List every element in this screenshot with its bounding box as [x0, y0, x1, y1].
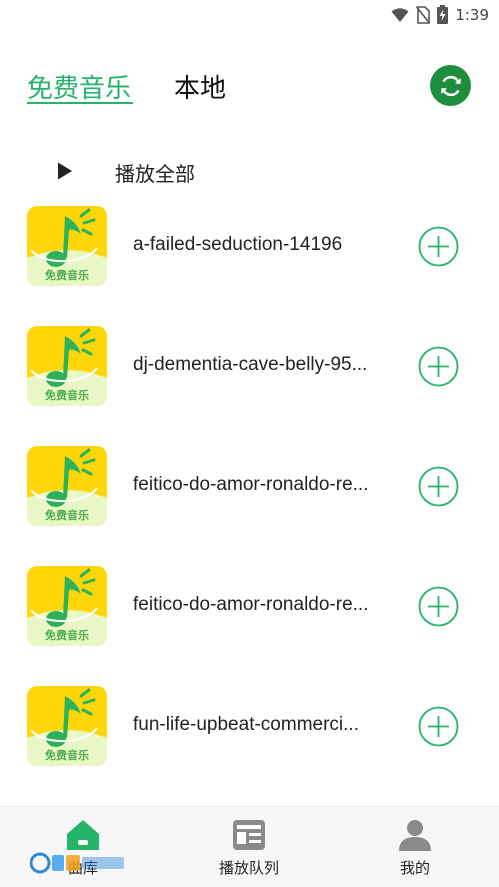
- refresh-button[interactable]: [430, 65, 471, 106]
- no-sim-icon: [416, 5, 431, 24]
- song-title: feitico-do-amor-ronaldo-re...: [133, 594, 369, 615]
- tab-local[interactable]: 本地: [174, 68, 226, 105]
- song-cover: 免费音乐: [27, 446, 107, 526]
- nav-item-profile[interactable]: 我的: [332, 807, 498, 887]
- song-title: dj-dementia-cave-belly-95...: [133, 354, 368, 375]
- play-all-label: 播放全部: [115, 162, 195, 186]
- queue-icon: [233, 820, 265, 850]
- song-title: fun-life-upbeat-commerci...: [133, 714, 359, 735]
- song-cover: 免费音乐: [27, 566, 107, 646]
- profile-icon: [399, 820, 431, 851]
- song-cover: 免费音乐: [27, 206, 107, 286]
- top-tabs: 免费音乐 本地: [0, 60, 499, 115]
- cover-label: 免费音乐: [45, 509, 89, 522]
- add-circle-icon[interactable]: [418, 466, 459, 507]
- list-item[interactable]: 免费音乐 feitico-do-amor-ronaldo-re...: [0, 446, 499, 528]
- nav-label-queue: 播放队列: [218, 859, 279, 877]
- watermark-logo: [30, 852, 124, 874]
- add-circle-icon[interactable]: [418, 706, 459, 747]
- play-icon: [58, 162, 72, 180]
- cover-label: 免费音乐: [45, 749, 89, 762]
- song-title: a-failed-seduction-14196: [133, 234, 343, 255]
- list-item[interactable]: 免费音乐 dj-dementia-cave-belly-95...: [0, 326, 499, 408]
- refresh-icon: [440, 75, 461, 96]
- list-item[interactable]: 免费音乐 feitico-do-amor-ronaldo-re...: [0, 566, 499, 648]
- wifi-icon: [391, 7, 409, 22]
- song-cover: 免费音乐: [27, 686, 107, 766]
- tab-free-music[interactable]: 免费音乐: [27, 68, 131, 105]
- home-icon: [67, 820, 99, 850]
- add-circle-icon[interactable]: [418, 346, 459, 387]
- song-cover: 免费音乐: [27, 326, 107, 406]
- cover-label: 免费音乐: [45, 389, 89, 402]
- status-time: 1:39: [455, 5, 489, 24]
- list-item[interactable]: 免费音乐 a-failed-seduction-14196: [0, 206, 499, 288]
- play-all-row[interactable]: 播放全部: [0, 152, 499, 192]
- status-icons: 1:39: [391, 5, 489, 24]
- cover-label: 免费音乐: [45, 629, 89, 642]
- add-circle-icon[interactable]: [418, 226, 459, 267]
- cover-label: 免费音乐: [45, 269, 89, 282]
- status-bar: 1:39: [0, 0, 499, 30]
- active-tab-underline: [27, 102, 133, 104]
- battery-charging-icon: [437, 5, 449, 24]
- nav-item-queue[interactable]: 播放队列: [166, 807, 332, 887]
- song-title: feitico-do-amor-ronaldo-re...: [133, 474, 369, 495]
- list-item[interactable]: 免费音乐 fun-life-upbeat-commerci...: [0, 686, 499, 768]
- nav-label-profile: 我的: [399, 859, 430, 877]
- add-circle-icon[interactable]: [418, 586, 459, 627]
